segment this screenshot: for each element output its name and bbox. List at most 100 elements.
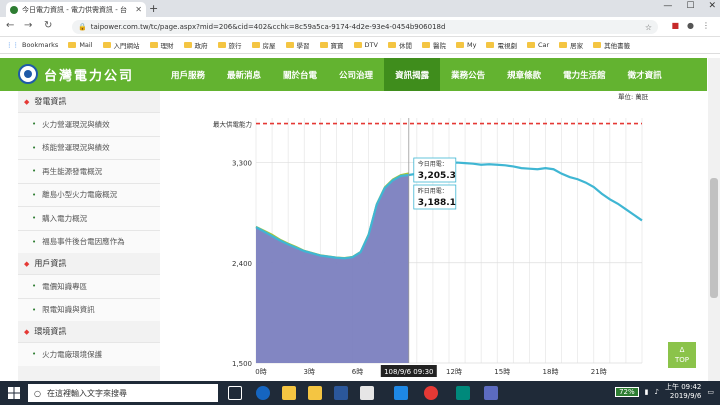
app-icon-3[interactable] [484, 386, 498, 400]
system-tray: 72% ▮ ♪ 上午 09:42 2019/9/6 ▭ [615, 383, 714, 401]
maximize-icon[interactable]: ☐ [686, 1, 694, 11]
nav-item[interactable]: 規章條款 [496, 58, 552, 91]
minimize-icon[interactable]: — [663, 1, 672, 11]
clock[interactable]: 上午 09:42 2019/9/6 [665, 383, 701, 401]
app-icon-2[interactable] [456, 386, 470, 400]
task-view-icon[interactable] [228, 386, 242, 400]
battery-indicator[interactable]: 72% [615, 387, 639, 397]
sidebar-item[interactable]: • 火力電廠環境保護 [18, 342, 160, 366]
sidebar-item[interactable]: • 核能營運現況與績效 [18, 135, 160, 159]
bookmark-item[interactable]: DTV [353, 41, 378, 49]
sidebar-item[interactable]: • 福島事件後台電因應作為 [18, 229, 160, 253]
bookmark-item[interactable]: 休閒 [387, 40, 412, 50]
chrome-icon[interactable] [424, 386, 438, 400]
back-to-top-button[interactable]: Δ TOP [668, 342, 696, 368]
clock-date: 2019/9/6 [669, 392, 702, 400]
mail-icon[interactable] [394, 386, 408, 400]
bookmark-item[interactable]: 其他書籤 [593, 40, 630, 50]
diamond-icon: ◆ [24, 97, 30, 106]
nav-item[interactable]: 資訊揭露 [384, 58, 441, 91]
sidebar-item[interactable]: • 再生能源發電概況 [18, 159, 160, 183]
folder-icon [353, 42, 362, 48]
sidebar-section-header[interactable]: ◆ 發電資訊 [18, 91, 160, 112]
bookmark-item[interactable]: 居家 [559, 40, 583, 50]
store-icon[interactable] [334, 386, 348, 400]
taskbar-search-box[interactable]: ○ 在這裡輸入文字來搜尋 [28, 384, 218, 402]
sidebar-section-title: 發電資訊 [34, 97, 67, 106]
nav-item[interactable]: 公司治理 [328, 58, 384, 91]
nav-item[interactable]: 業務公告 [440, 58, 496, 91]
sidebar-item[interactable]: • 火力營運現況與績效 [18, 112, 160, 136]
close-window-icon[interactable]: ✕ [708, 1, 716, 11]
sidebar-item[interactable]: • 離島小型火力電廠概況 [18, 182, 160, 206]
bookmark-item[interactable]: Car [526, 41, 550, 49]
file-explorer-icon[interactable] [282, 386, 296, 400]
bookmark-item[interactable]: 房屋 [251, 40, 276, 50]
bookmark-label: 寶寶 [330, 42, 344, 50]
edge-browser-icon[interactable] [256, 386, 270, 400]
lock-icon: 🔒 [78, 23, 87, 31]
volume-icon[interactable]: ♪ [654, 388, 658, 396]
y-tick-label: 1,500 [232, 360, 252, 368]
back-icon[interactable]: ← [6, 20, 14, 31]
menu-icon[interactable]: ⋮ [702, 21, 710, 30]
bookmark-item[interactable]: 電視劇 [486, 40, 517, 50]
sidebar-item[interactable]: • 電價知識專區 [18, 274, 160, 298]
nav-item[interactable]: 徵才資訊 [617, 58, 673, 91]
folder-icon [102, 42, 111, 48]
sidebar-item-label: 再生能源發電概況 [42, 166, 103, 176]
folder-icon [251, 42, 260, 48]
site-favicon-icon [10, 5, 18, 14]
new-tab-button[interactable]: + [149, 2, 158, 15]
folder-icon [68, 42, 77, 48]
address-bar[interactable]: 🔒 taipower.com.tw/tc/page.aspx?mid=206&c… [72, 20, 658, 34]
bookmark-star-icon[interactable]: ☆ [645, 23, 652, 32]
browser-tab[interactable]: 今日電力資訊 - 電力供需資訊 - 台 ✕ [6, 2, 146, 17]
extension-icon[interactable]: ■ [671, 21, 679, 30]
reload-icon[interactable]: ↻ [44, 20, 52, 31]
sidebar-section-header[interactable]: ◆ 環境資訊 [18, 321, 160, 342]
bookmark-item[interactable]: 醫院 [421, 40, 446, 50]
tooltip-yesterday-value: 3,188.1 [418, 198, 456, 208]
bookmark-label: 電視劇 [497, 42, 517, 50]
windows-start-icon[interactable] [8, 387, 20, 399]
x-tick-label: 0時 [255, 368, 266, 376]
folder-icon [593, 42, 602, 48]
bookmark-item[interactable]: 理財 [149, 40, 174, 50]
page-scrollbar[interactable] [708, 58, 720, 381]
folder-icon[interactable] [308, 386, 322, 400]
y-tick-label: 3,300 [232, 160, 252, 168]
bookmark-item[interactable]: 學習 [285, 40, 310, 50]
bookmark-item[interactable]: 旅行 [217, 40, 242, 50]
scrollbar-thumb[interactable] [710, 178, 718, 298]
bookmark-item[interactable]: 寶寶 [319, 40, 344, 50]
bookmark-label: Car [537, 41, 550, 49]
nav-item[interactable]: 電力生活館 [552, 58, 617, 91]
bookmark-item[interactable]: Mail [68, 41, 93, 49]
nav-item[interactable]: 最新消息 [216, 58, 272, 91]
close-tab-icon[interactable]: ✕ [135, 5, 142, 14]
bookmark-item[interactable]: ⋮⋮ Bookmarks [6, 41, 58, 49]
folder-icon [217, 42, 226, 48]
bookmark-label: My [466, 41, 477, 49]
bookmark-label: Mail [79, 41, 93, 49]
url-text: taipower.com.tw/tc/page.aspx?mid=206&cid… [90, 23, 446, 31]
nav-item[interactable]: 用戶服務 [160, 58, 216, 91]
bookmark-item[interactable]: My [455, 41, 477, 49]
bookmark-item[interactable]: 政府 [183, 40, 208, 50]
tooltip-today-label: 今日用電： [418, 160, 448, 168]
sidebar-section-header[interactable]: ◆ 用戶資訊 [18, 253, 160, 274]
taipower-logo[interactable]: 台灣電力公司 [18, 63, 143, 85]
forward-icon[interactable]: → [24, 20, 32, 31]
unit-label: 單位: 萬瓩 [618, 93, 649, 101]
sidebar-item[interactable]: • 限電知識與資訊 [18, 297, 160, 321]
app-icon[interactable] [360, 386, 374, 400]
cursor-label: 108/9/6 09:30 [384, 368, 433, 376]
sidebar-item[interactable]: • 購入電力概況 [18, 206, 160, 230]
bookmark-item[interactable]: 入門網站 [102, 40, 140, 50]
bullet-icon: • [32, 143, 37, 152]
notifications-icon[interactable]: ▭ [707, 388, 714, 396]
network-icon[interactable]: ▮ [645, 388, 649, 396]
profile-icon[interactable]: ● [687, 21, 694, 30]
nav-item[interactable]: 關於台電 [272, 58, 328, 91]
